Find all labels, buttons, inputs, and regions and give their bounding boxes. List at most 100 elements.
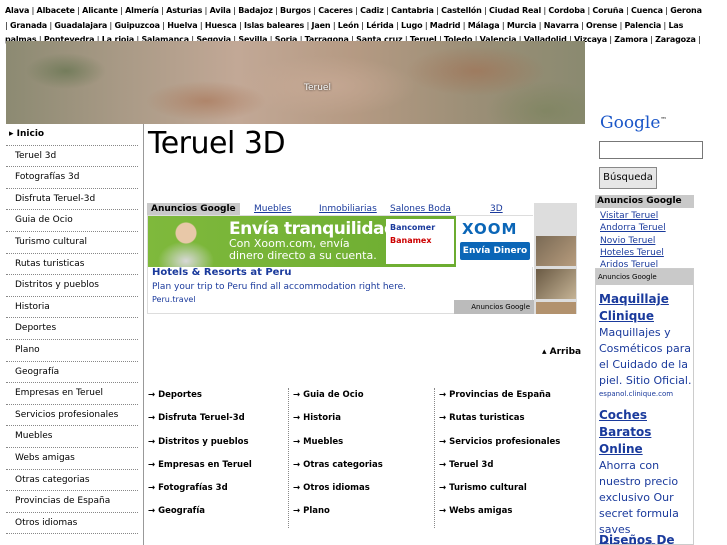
province-link[interactable]: Islas baleares xyxy=(244,21,304,30)
right-ad[interactable]: Coches Baratos Online Ahorra con nuestro… xyxy=(599,407,693,544)
category-link[interactable]: → Deportes xyxy=(148,387,252,410)
province-link[interactable]: Coruña xyxy=(592,6,623,15)
nav-item[interactable]: Provincias de España xyxy=(6,491,138,513)
province-link[interactable]: Murcia xyxy=(507,21,537,30)
nav-item[interactable]: Plano xyxy=(6,340,138,362)
province-link[interactable]: Cantabria xyxy=(391,6,434,15)
province-link[interactable]: Guadalajara xyxy=(54,21,107,30)
nav-item-label: Turismo cultural xyxy=(15,236,87,247)
province-link[interactable]: Madrid xyxy=(430,21,461,30)
right-ad[interactable]: Maquillaje Clinique Maquillajes y Cosmét… xyxy=(599,291,693,399)
search-button[interactable]: Búsqueda xyxy=(599,167,657,189)
category-link[interactable]: → Provincias de España xyxy=(439,387,560,410)
province-link[interactable]: Caceres xyxy=(318,6,353,15)
province-link[interactable]: Almería xyxy=(125,6,159,15)
category-link[interactable]: → Rutas turisticas xyxy=(439,410,560,433)
send-money-button[interactable]: Envía Dinero xyxy=(460,242,530,260)
nav-item[interactable]: Distritos y pueblos xyxy=(6,275,138,297)
category-link[interactable]: → Webs amigas xyxy=(439,503,560,526)
right-ad-link[interactable]: Visitar Teruel xyxy=(600,210,666,222)
xoom-banner-ad[interactable]: Envía tranquilidad. Con Xoom.com, envía … xyxy=(148,216,534,267)
nav-item[interactable]: Geografía xyxy=(6,362,138,384)
right-ad-url[interactable]: espanol.clinique.com xyxy=(599,389,693,399)
right-ad-link[interactable]: Hoteles Teruel xyxy=(600,247,666,259)
right-ads-header[interactable]: Anuncios Google xyxy=(595,195,694,208)
province-link[interactable]: Huesca xyxy=(205,21,237,30)
thumbnail-image[interactable] xyxy=(536,302,576,314)
right-ad[interactable]: Diseños De xyxy=(599,532,693,544)
province-link[interactable]: Cordoba xyxy=(548,6,585,15)
nav-item[interactable]: Webs amigas xyxy=(6,448,138,470)
right-ad-title[interactable]: Coches Baratos Online xyxy=(599,407,693,458)
right-ad-title[interactable]: Maquillaje Clinique xyxy=(599,291,693,325)
nav-item[interactable]: Guia de Ocio xyxy=(6,210,138,232)
province-link[interactable]: Alicante xyxy=(82,6,118,15)
nav-item[interactable]: Otras categorias xyxy=(6,470,138,492)
nav-item[interactable]: Otros idiomas xyxy=(6,513,138,535)
nav-item[interactable]: Teruel 3d xyxy=(6,146,138,168)
thumbnail-image[interactable] xyxy=(536,236,576,266)
province-link[interactable]: Orense xyxy=(586,21,617,30)
province-link[interactable]: Badajoz xyxy=(238,6,273,15)
category-link[interactable]: → Distritos y pueblos xyxy=(148,434,252,457)
nav-item[interactable]: Fotografías 3d xyxy=(6,167,138,189)
province-link[interactable]: Málaga xyxy=(468,21,500,30)
nav-item[interactable]: Muebles xyxy=(6,426,138,448)
province-link[interactable]: Palencia xyxy=(625,21,662,30)
google-search-input[interactable] xyxy=(599,141,703,159)
province-link[interactable]: Zaragoza xyxy=(655,35,696,44)
text-ad-url[interactable]: Peru.travel xyxy=(152,295,196,304)
separator: | xyxy=(383,6,392,15)
back-to-top-link[interactable]: ▴ Arriba xyxy=(542,347,581,357)
category-link[interactable]: → Fotografías 3d xyxy=(148,480,252,503)
google-ads-badge[interactable]: Anuncios Google xyxy=(454,300,534,314)
province-link[interactable]: Ciudad Real xyxy=(489,6,541,15)
category-link[interactable]: → Geografía xyxy=(148,503,252,526)
category-link[interactable]: → Servicios profesionales xyxy=(439,434,560,457)
nav-item[interactable]: Turismo cultural xyxy=(6,232,138,254)
nav-item[interactable]: ▸ Inicio xyxy=(6,124,138,146)
province-link[interactable]: Huelva xyxy=(167,21,197,30)
province-link[interactable]: Gerona xyxy=(670,6,702,15)
province-link[interactable]: León xyxy=(338,21,359,30)
category-link[interactable]: → Teruel 3d xyxy=(439,457,560,480)
province-link[interactable]: Avila xyxy=(210,6,231,15)
province-link[interactable]: Guipuzcoa xyxy=(115,21,161,30)
category-link[interactable]: → Muebles xyxy=(293,434,383,457)
right-ad-link[interactable]: Andorra Teruel xyxy=(600,222,666,234)
province-link[interactable]: Castellón xyxy=(441,6,482,15)
province-link[interactable]: Granada xyxy=(10,21,47,30)
nav-item[interactable]: Servicios profesionales xyxy=(6,405,138,427)
xoom-headline: Envía tranquilidad. xyxy=(229,219,402,239)
nav-item[interactable]: Deportes xyxy=(6,318,138,340)
province-link[interactable]: Asturias xyxy=(166,6,202,15)
nav-item[interactable]: Historia xyxy=(6,297,138,319)
nav-item[interactable]: Empresas en Teruel xyxy=(6,383,138,405)
arrow-icon: → xyxy=(148,506,159,517)
category-link[interactable]: → Otros idiomas xyxy=(293,480,383,503)
category-link[interactable]: → Historia xyxy=(293,410,383,433)
nav-item[interactable]: Disfruta Teruel-3d xyxy=(6,189,138,211)
province-link[interactable]: Cadiz xyxy=(360,6,384,15)
province-link[interactable]: Lérida xyxy=(366,21,394,30)
category-link[interactable]: → Disfruta Teruel-3d xyxy=(148,410,252,433)
category-link[interactable]: → Plano xyxy=(293,503,383,526)
province-link[interactable]: Jaen xyxy=(312,21,331,30)
right-ads-bar[interactable]: Anuncios Google xyxy=(596,269,693,285)
nav-item[interactable]: Rutas turisticas xyxy=(6,254,138,276)
province-link[interactable]: Albacete xyxy=(37,6,75,15)
province-link[interactable]: Navarra xyxy=(544,21,579,30)
thumbnail-image[interactable] xyxy=(536,269,576,299)
province-link[interactable]: Zamora xyxy=(614,35,648,44)
category-link[interactable]: → Otras categorias xyxy=(293,457,383,480)
category-link[interactable]: → Turismo cultural xyxy=(439,480,560,503)
text-ad-title[interactable]: Hotels & Resorts at Peru xyxy=(152,267,292,278)
province-link[interactable]: Lugo xyxy=(401,21,423,30)
right-ad-title[interactable]: Diseños De xyxy=(599,532,693,544)
category-link[interactable]: → Guia de Ocio xyxy=(293,387,383,410)
province-link[interactable]: Alava xyxy=(5,6,29,15)
right-ad-link[interactable]: Novio Teruel xyxy=(600,235,666,247)
province-link[interactable]: Cuenca xyxy=(631,6,663,15)
province-link[interactable]: Burgos xyxy=(280,6,311,15)
category-link[interactable]: → Empresas en Teruel xyxy=(148,457,252,480)
